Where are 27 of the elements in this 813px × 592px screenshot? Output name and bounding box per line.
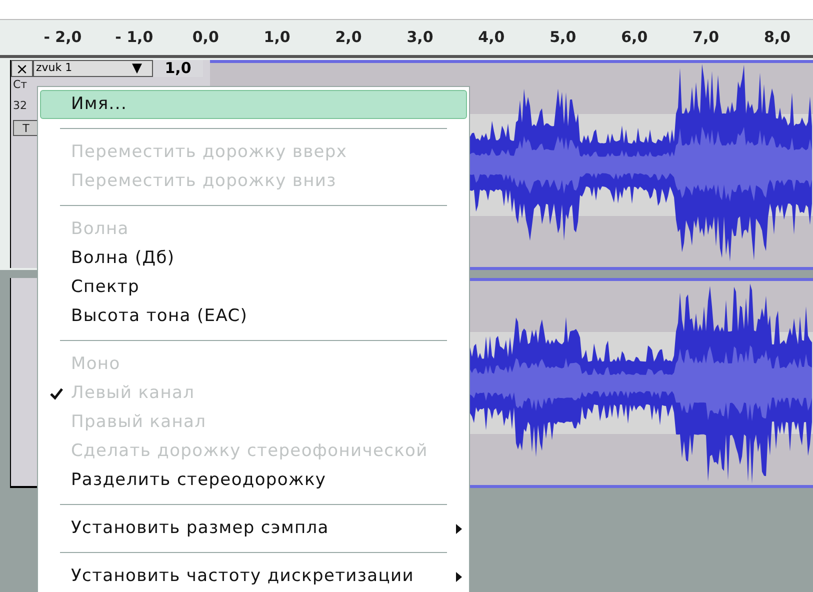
ruler-label: 1,0 — [262, 27, 292, 48]
menu-item[interactable]: Высота тона (EAC) — [40, 302, 467, 331]
ruler-label: 7,0 — [692, 27, 720, 48]
menu-item[interactable]: Установить частоту дискретизации — [40, 562, 467, 591]
checkmark-icon — [50, 388, 62, 400]
ruler-label: 2,0 — [334, 27, 363, 48]
menu-item[interactable]: Волна (Дб) — [40, 244, 467, 273]
track-name-dropdown[interactable]: zvuk 1 ▼ — [33, 60, 153, 77]
ruler-label: - 2,0 — [42, 27, 83, 48]
track-info-text: 32 — [13, 98, 28, 114]
gain-value: 1,0 — [153, 60, 203, 77]
ruler-label: 3,0 — [406, 27, 434, 48]
track-info-text: Ст — [13, 77, 28, 93]
close-button[interactable]: × — [11, 60, 33, 77]
ruler-label: 0,0 — [191, 27, 220, 48]
menu-item[interactable]: Установить размер сэмпла — [40, 514, 467, 543]
ruler-label: 6,0 — [620, 27, 649, 48]
ruler-label: 4,0 — [477, 27, 506, 48]
submenu-arrow-icon — [456, 524, 462, 534]
menu-item[interactable]: Спектр — [40, 273, 467, 302]
menu-item[interactable]: Имя... — [40, 90, 467, 119]
submenu-arrow-icon — [456, 572, 462, 582]
ruler-label: 5,0 — [548, 27, 578, 48]
ruler-label: 8,0 — [762, 27, 792, 48]
menu-item[interactable]: Разделить стереодорожку — [40, 466, 467, 495]
ruler-label: - 1,0 — [114, 27, 154, 48]
track-button[interactable]: Т — [13, 120, 39, 136]
